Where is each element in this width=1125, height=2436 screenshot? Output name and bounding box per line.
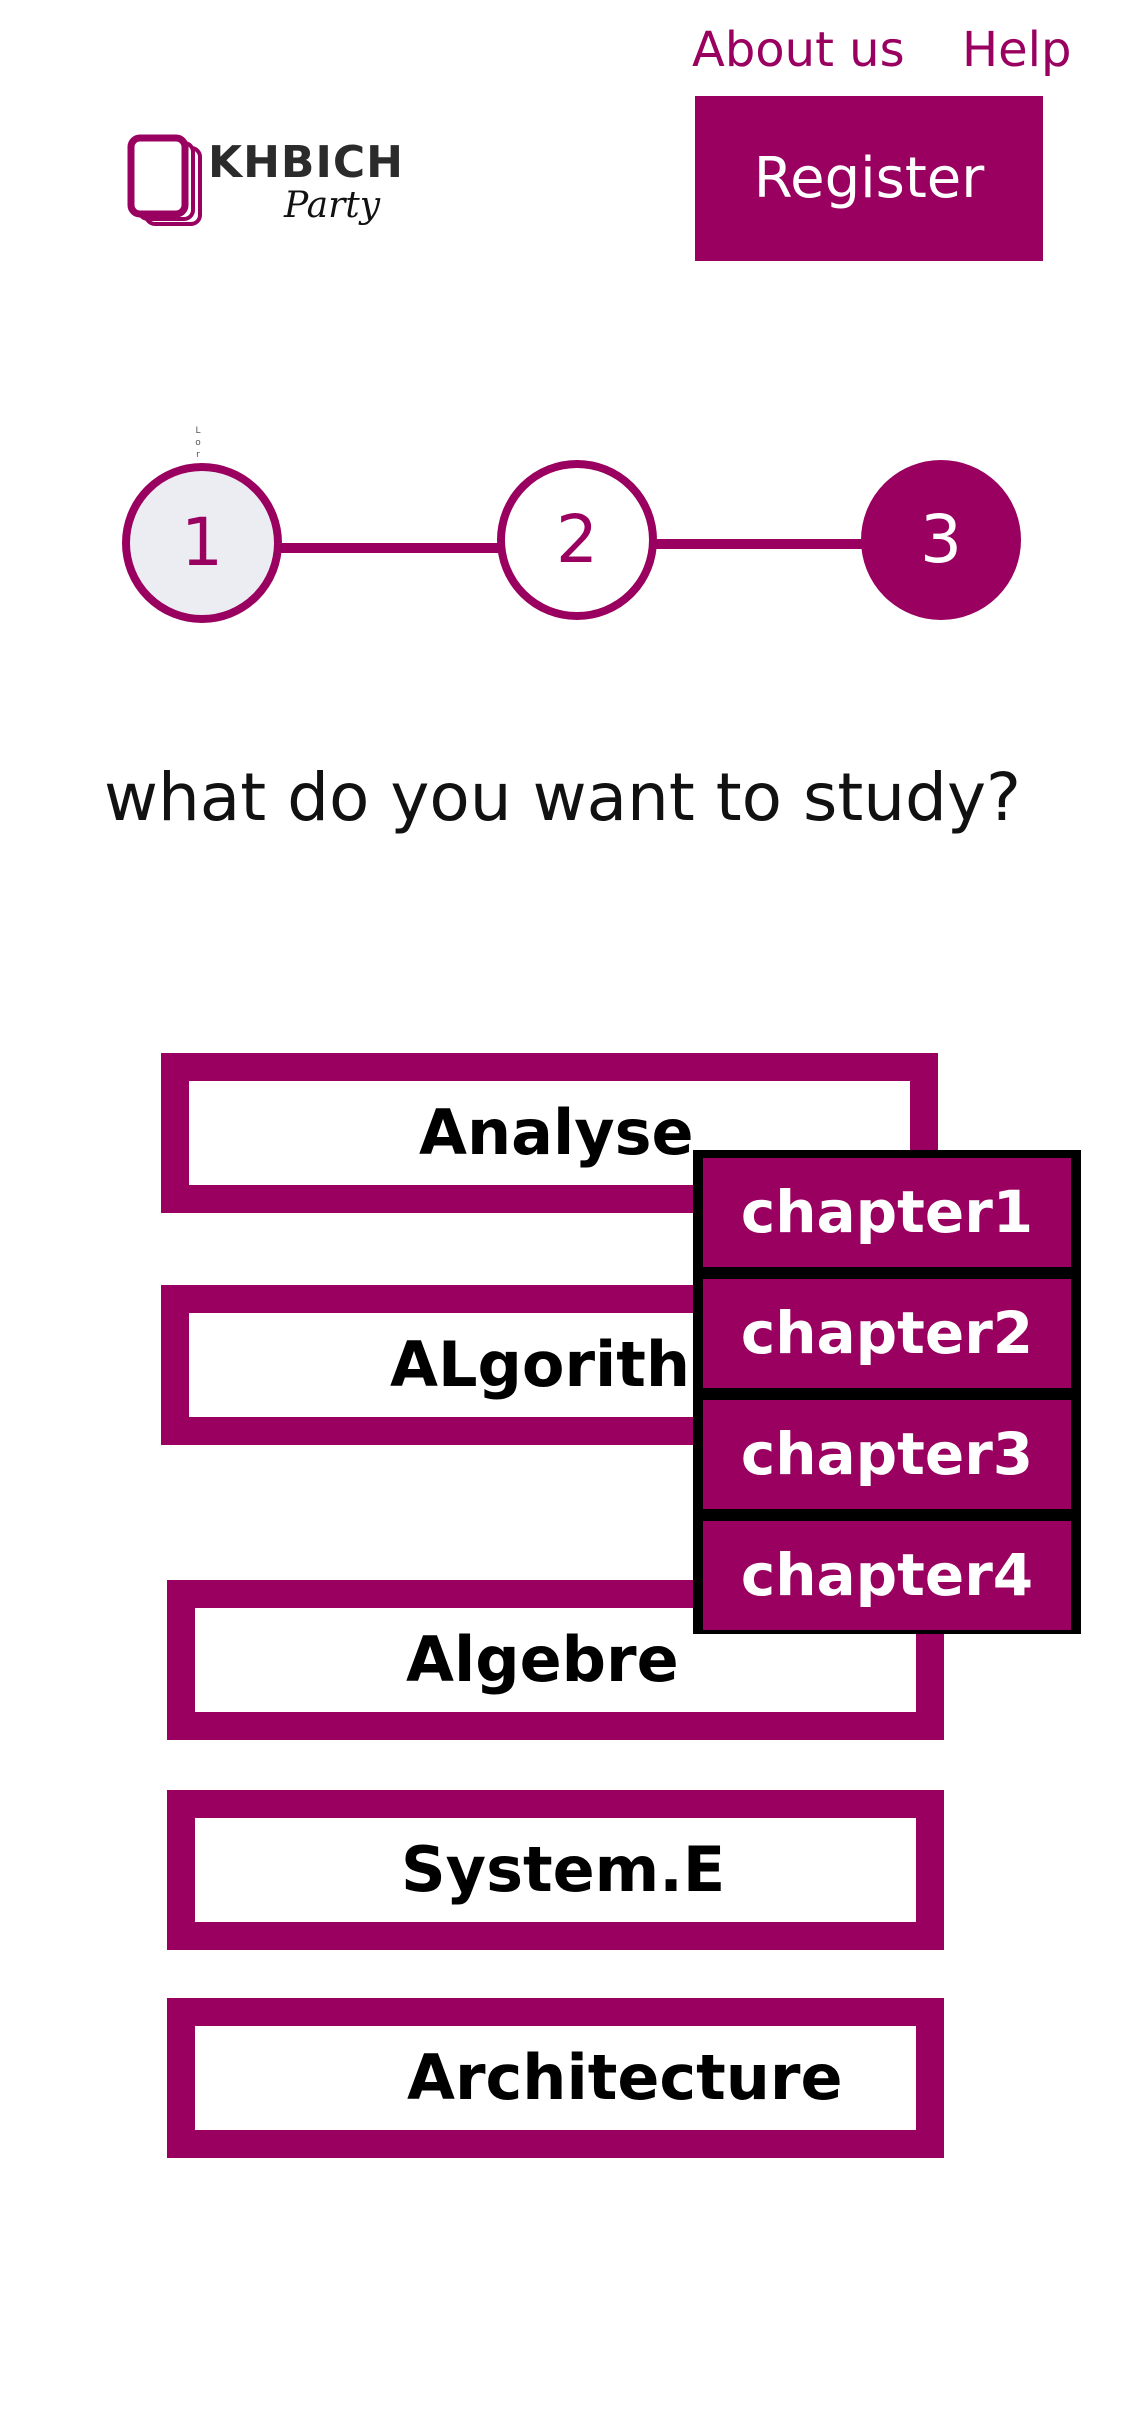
tiny-char: r: [196, 450, 200, 460]
chapter-menu-item[interactable]: chapter4: [703, 1521, 1071, 1630]
subject-architecture-button[interactable]: Architecture: [167, 1998, 944, 2158]
logo: KHBICH Party: [126, 134, 436, 244]
subject-label: System.E: [401, 1833, 726, 1906]
subject-label: Algebre: [406, 1623, 679, 1696]
subject-system-e-button[interactable]: System.E: [167, 1790, 944, 1950]
tiny-char: o: [195, 438, 201, 448]
page-question: what do you want to study?: [104, 759, 1022, 836]
step-3-active[interactable]: 3: [861, 460, 1021, 620]
about-us-link[interactable]: About us: [692, 20, 905, 80]
tiny-text: L o r: [193, 425, 203, 461]
step-connector: [645, 539, 875, 549]
chapter-menu-item[interactable]: chapter2: [703, 1279, 1071, 1388]
logo-title: KHBICH: [208, 137, 404, 188]
step-2[interactable]: 2: [497, 460, 657, 620]
register-button[interactable]: Register: [695, 96, 1043, 261]
chapter-dropdown-menu: chapter1 chapter2 chapter3 chapter4: [693, 1150, 1081, 1634]
subject-label: Analyse: [419, 1096, 694, 1169]
subject-label: Architecture: [407, 2041, 843, 2114]
step-connector: [270, 543, 510, 553]
tiny-char: L: [195, 426, 201, 436]
chapter-menu-item[interactable]: chapter1: [703, 1158, 1071, 1267]
chapter-menu-item[interactable]: chapter3: [703, 1400, 1071, 1509]
logo-subtitle: Party: [284, 185, 381, 226]
help-link[interactable]: Help: [962, 20, 1071, 80]
step-1[interactable]: 1: [122, 463, 282, 623]
stacked-cards-icon: [127, 134, 202, 226]
